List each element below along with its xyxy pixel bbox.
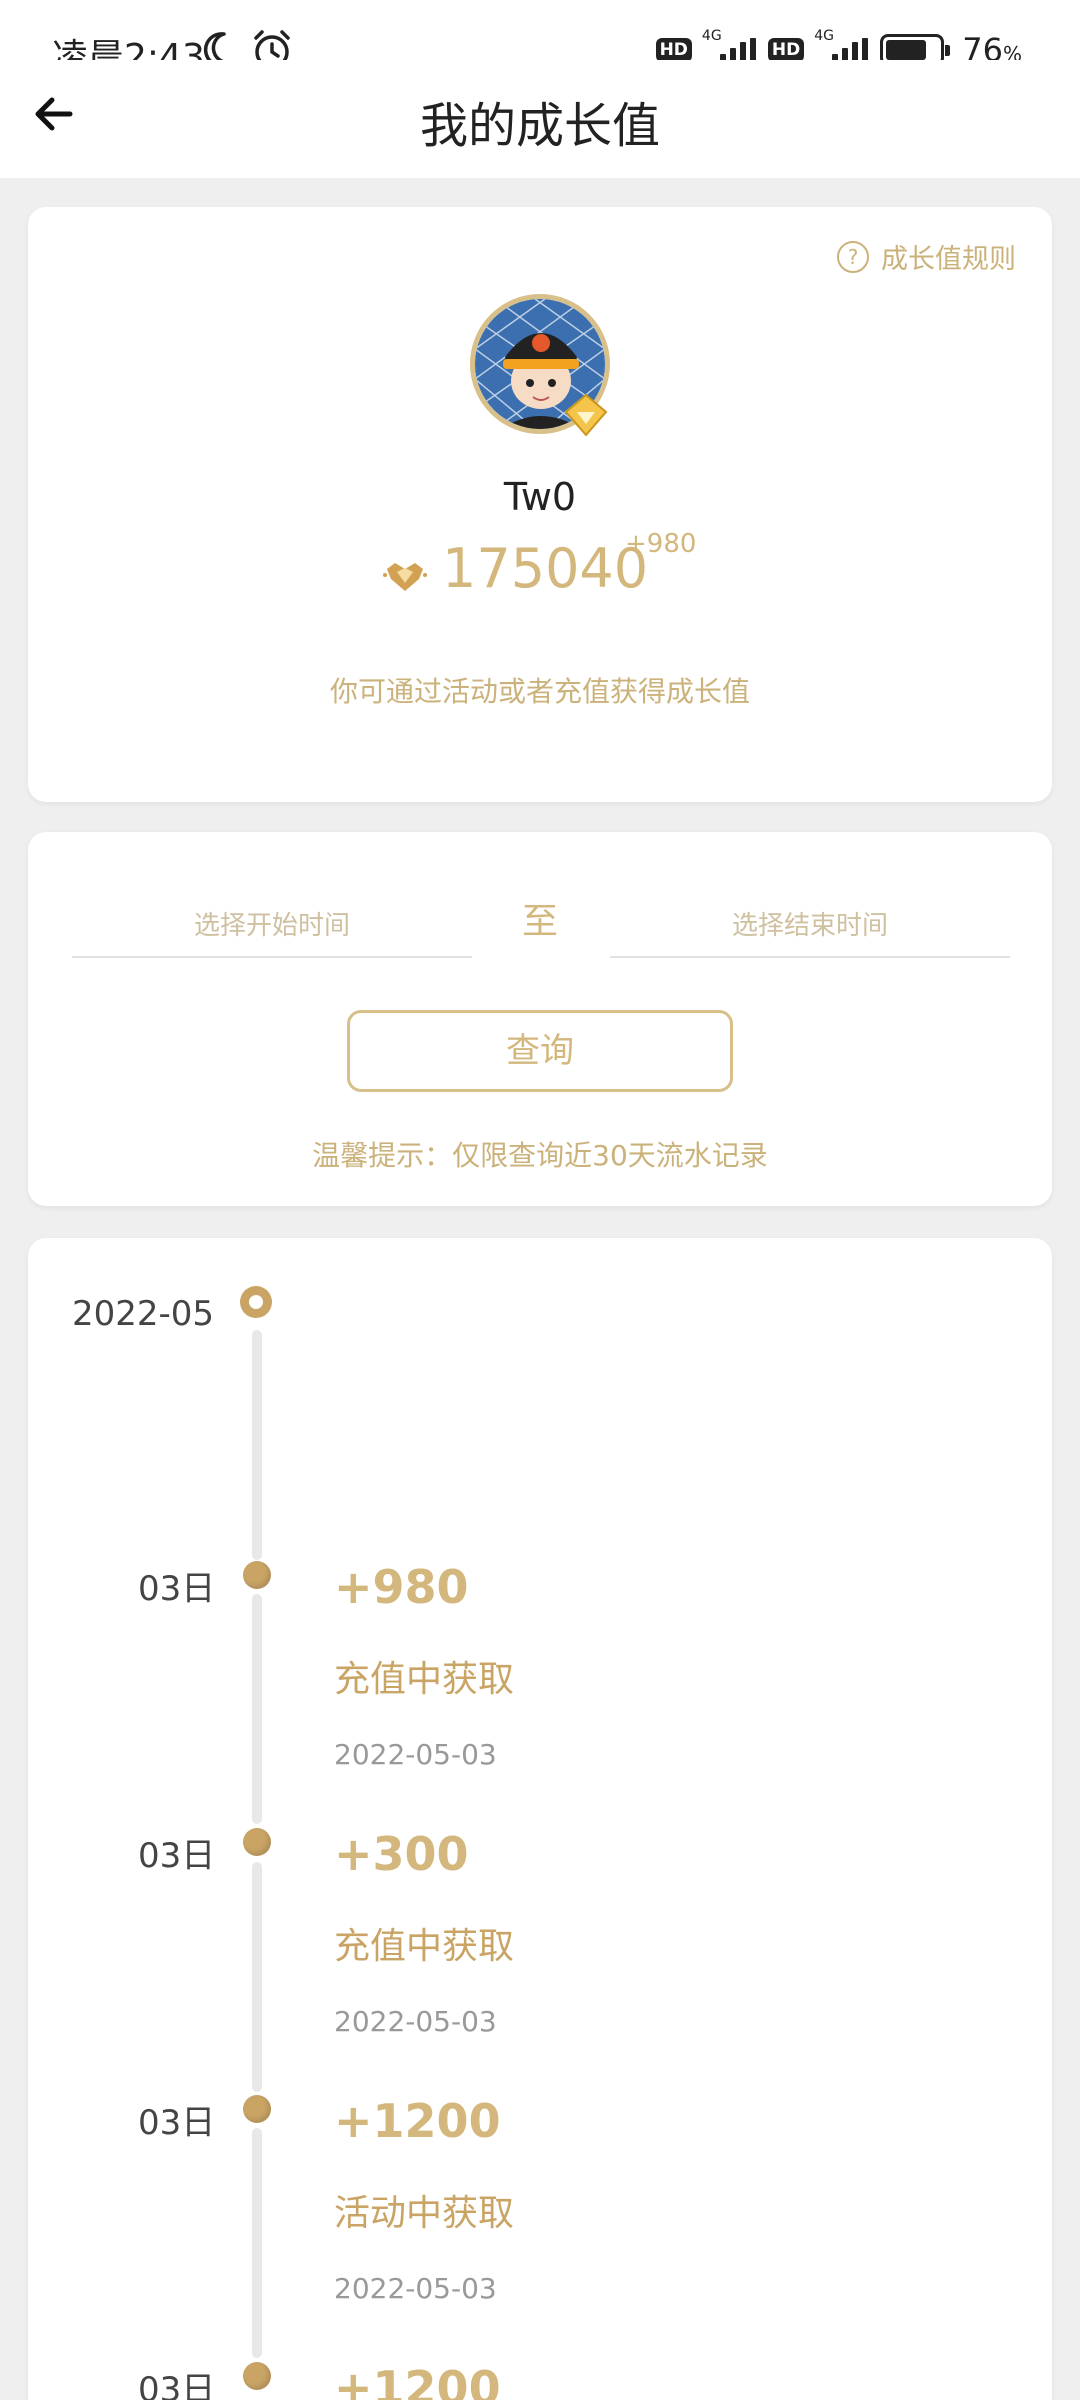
crown-icon — [383, 563, 427, 591]
end-date-input[interactable]: 选择结束时间 — [610, 896, 1010, 958]
entry-dot — [243, 2362, 271, 2390]
growth-rules-link[interactable]: ? 成长值规则 — [837, 237, 1016, 276]
entry-amount: +300 — [334, 1827, 469, 1881]
profile-card: ? 成长值规则 Tw0 175040 +980 你可通过活动或者充值获得成长值 — [28, 207, 1052, 802]
entry-date: 2022-05-03 — [334, 2005, 497, 2038]
growth-rules-label: 成长值规则 — [881, 244, 1016, 275]
app-header: 我的成长值 — [0, 60, 1080, 178]
entry-source: 活动中获取 — [334, 2193, 515, 2234]
query-button[interactable]: 查询 — [347, 1010, 733, 1092]
timeline-line — [252, 1330, 262, 1560]
growth-delta: +980 — [625, 529, 697, 559]
entry-source: 充值中获取 — [334, 1659, 515, 1700]
entry-amount: +980 — [334, 1560, 469, 1614]
entry-source: 充值中获取 — [334, 1926, 515, 1967]
entry-amount: +1200 — [334, 2361, 501, 2400]
growth-value-row: 175040 +980 — [28, 529, 1052, 607]
growth-hint: 你可通过活动或者充值获得成长值 — [329, 675, 750, 708]
growth-value: 175040 — [442, 537, 649, 600]
entry-dot — [243, 1561, 271, 1589]
timeline-month-dot — [240, 1286, 272, 1318]
hd-badge: HD — [655, 38, 692, 62]
page-title: 我的成长值 — [419, 98, 660, 154]
hd-badge-2: HD — [767, 38, 805, 62]
entry-date: 2022-05-03 — [334, 2272, 497, 2305]
entry-date: 2022-05-03 — [334, 1738, 497, 1771]
date-separator: 至 — [522, 901, 559, 942]
question-circle-icon: ? — [837, 240, 869, 273]
entry-amount: +1200 — [334, 2094, 501, 2148]
entry-dot — [243, 1828, 271, 1856]
entry-day: 03日 — [138, 1836, 216, 1876]
timeline-line — [252, 1862, 262, 2092]
timeline-month: 2022-05 — [72, 1294, 215, 1334]
entry-day: 03日 — [138, 2370, 216, 2400]
level-badge-icon — [564, 393, 608, 437]
timeline-line — [252, 2128, 262, 2358]
start-date-input[interactable]: 选择开始时间 — [72, 896, 472, 958]
entry-day: 03日 — [138, 2103, 216, 2143]
query-tip: 温馨提示：仅限查询近30天流水记录 — [312, 1139, 768, 1172]
timeline-line — [252, 1594, 262, 1824]
entry-dot — [243, 2095, 271, 2123]
username: Tw0 — [503, 475, 577, 519]
entry-day: 03日 — [138, 1569, 216, 1609]
timeline-card: 2022-05 03日 +980 充值中获取 2022-05-03 03日 +3… — [28, 1238, 1052, 2400]
query-card: 选择开始时间 至 选择结束时间 查询 温馨提示：仅限查询近30天流水记录 — [28, 832, 1052, 1206]
